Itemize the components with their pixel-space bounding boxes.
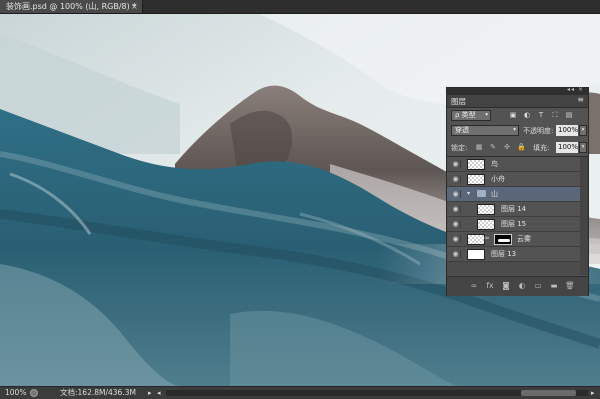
layers-panel: ◂◂ × 图层 ≡ ρ 类型 ▾ ▣ ◐ T ⛶ ▤ 穿透 ▾ 不透明度: 10… — [446, 86, 589, 296]
layer-thumbnail — [477, 219, 495, 230]
layer-name: 鸟 — [491, 160, 498, 168]
scrollbar-thumb[interactable] — [521, 390, 576, 396]
horizontal-scrollbar[interactable] — [166, 390, 588, 396]
info-menu-arrow-icon[interactable]: ▸ — [148, 387, 152, 399]
layer-row-mist[interactable]: ◉ ∞ 云雾 — [447, 232, 580, 247]
folder-icon — [477, 190, 486, 197]
lock-transparent-icon[interactable]: ▦ — [475, 143, 483, 152]
layer-thumbnail — [467, 174, 485, 185]
scroll-left-icon[interactable]: ◂ — [157, 387, 161, 399]
lock-all-icon[interactable]: 🔒 — [517, 143, 526, 152]
visibility-eye-icon[interactable]: ◉ — [451, 220, 461, 228]
layer-name: 图层 15 — [501, 220, 527, 228]
opacity-dropdown-icon[interactable]: ▾ — [579, 125, 587, 136]
link-layers-icon[interactable]: ∞ — [469, 281, 479, 291]
blend-mode-value: 穿透 — [455, 126, 469, 134]
panel-header: 图层 ≡ — [447, 95, 588, 108]
layer-name: 山 — [491, 190, 498, 198]
lock-position-icon[interactable]: ✣ — [503, 143, 511, 152]
layer-name: 小舟 — [491, 175, 505, 183]
fill-input[interactable]: 100% — [556, 142, 578, 153]
layer-row-boat[interactable]: ◉ 小舟 — [447, 172, 580, 187]
visibility-eye-icon[interactable]: ◉ — [451, 250, 461, 258]
lock-row: 锁定: ▦ ✎ ✣ 🔒 填充: 100% ▾ — [451, 142, 587, 154]
scroll-right-icon[interactable]: ▸ — [591, 387, 595, 399]
fx-icon[interactable]: fx — [485, 281, 495, 291]
pixel-filter-icon[interactable]: ▣ — [509, 111, 517, 119]
layer-row-15[interactable]: ◉ 图层 15 — [447, 217, 580, 232]
visibility-eye-icon[interactable]: ◉ — [451, 160, 461, 168]
filter-row: ρ 类型 ▾ ▣ ◐ T ⛶ ▤ — [451, 109, 584, 122]
adjustment-layer-icon[interactable]: ◐ — [517, 281, 527, 291]
lock-label: 锁定: — [451, 144, 468, 152]
layer-group-mountain[interactable]: ◉ ▾ 山 — [447, 187, 580, 202]
opacity-input[interactable]: 100% — [556, 125, 578, 136]
layer-row-13[interactable]: ◉ 图层 13 — [447, 247, 580, 262]
document-info: 文档:162.8M/436.3M — [60, 388, 136, 397]
layer-thumbnail — [467, 234, 485, 245]
add-mask-icon[interactable]: ◙ — [501, 281, 511, 291]
document-tab-bar: 装饰画.psd @ 100% (山, RGB/8) * × — [0, 0, 600, 14]
layer-thumbnail — [477, 204, 495, 215]
panel-bottom-toolbar: ∞ fx ◙ ◐ ▭ ▬ 🗑 — [447, 276, 588, 296]
layer-thumbnail — [467, 249, 485, 260]
adjustment-filter-icon[interactable]: ◐ — [523, 111, 531, 119]
visibility-eye-icon[interactable]: ◉ — [451, 205, 461, 213]
trash-icon[interactable]: 🗑 — [565, 281, 575, 291]
layer-mask-thumbnail[interactable] — [494, 234, 512, 245]
close-tab-icon[interactable]: × — [131, 0, 138, 13]
chevron-down-icon: ▾ — [485, 112, 488, 118]
filter-kind-select[interactable]: ρ 类型 ▾ — [451, 110, 491, 121]
blend-mode-select[interactable]: 穿透 ▾ — [451, 125, 519, 136]
panel-window-controls[interactable]: ◂◂ × — [567, 86, 584, 93]
smart-object-filter-icon[interactable]: ▤ — [565, 111, 573, 119]
layers-scrollbar[interactable] — [580, 157, 588, 275]
panel-title[interactable]: 图层 — [451, 96, 466, 107]
shape-filter-icon[interactable]: ⛶ — [551, 111, 559, 119]
status-icon[interactable] — [30, 389, 38, 397]
layer-row-bird[interactable]: ◉ 鸟 — [447, 157, 580, 172]
zoom-level[interactable]: 100% — [5, 387, 26, 399]
visibility-eye-icon[interactable]: ◉ — [451, 190, 461, 198]
layer-row-14[interactable]: ◉ 图层 14 — [447, 202, 580, 217]
link-chain-icon: ∞ — [484, 234, 490, 242]
lock-image-icon[interactable]: ✎ — [489, 143, 497, 152]
layer-thumbnail — [467, 159, 485, 170]
layer-name: 云雾 — [517, 235, 531, 243]
layers-list: ◉ 鸟 ◉ 小舟 ◉ ▾ 山 ◉ 图层 14 ◉ 图层 15 ◉ ∞ 云雾 ◉ … — [447, 156, 588, 275]
fill-label: 填充: — [533, 144, 550, 152]
chevron-down-icon: ▾ — [513, 127, 516, 133]
new-layer-icon[interactable]: ▬ — [549, 281, 559, 291]
new-group-icon[interactable]: ▭ — [533, 281, 543, 291]
panel-top-bar[interactable]: ◂◂ × — [447, 86, 588, 95]
document-tab[interactable]: 装饰画.psd @ 100% (山, RGB/8) * × — [0, 0, 143, 13]
filter-kind-label: ρ 类型 — [455, 111, 476, 119]
opacity-label: 不透明度: — [523, 127, 554, 135]
visibility-eye-icon[interactable]: ◉ — [451, 175, 461, 183]
group-expand-icon[interactable]: ▾ — [467, 190, 470, 197]
layer-name: 图层 13 — [491, 250, 517, 258]
fill-dropdown-icon[interactable]: ▾ — [579, 142, 587, 153]
visibility-eye-icon[interactable]: ◉ — [451, 235, 461, 243]
status-bar: 100% 文档:162.8M/436.3M ▸ ◂ ▸ — [0, 386, 600, 399]
panel-menu-icon[interactable]: ≡ — [577, 95, 584, 104]
blend-row: 穿透 ▾ 不透明度: 100% ▾ — [451, 125, 587, 137]
layer-name: 图层 14 — [501, 205, 527, 213]
type-filter-icon[interactable]: T — [537, 111, 545, 119]
document-tab-title: 装饰画.psd @ 100% (山, RGB/8) * — [6, 2, 137, 11]
